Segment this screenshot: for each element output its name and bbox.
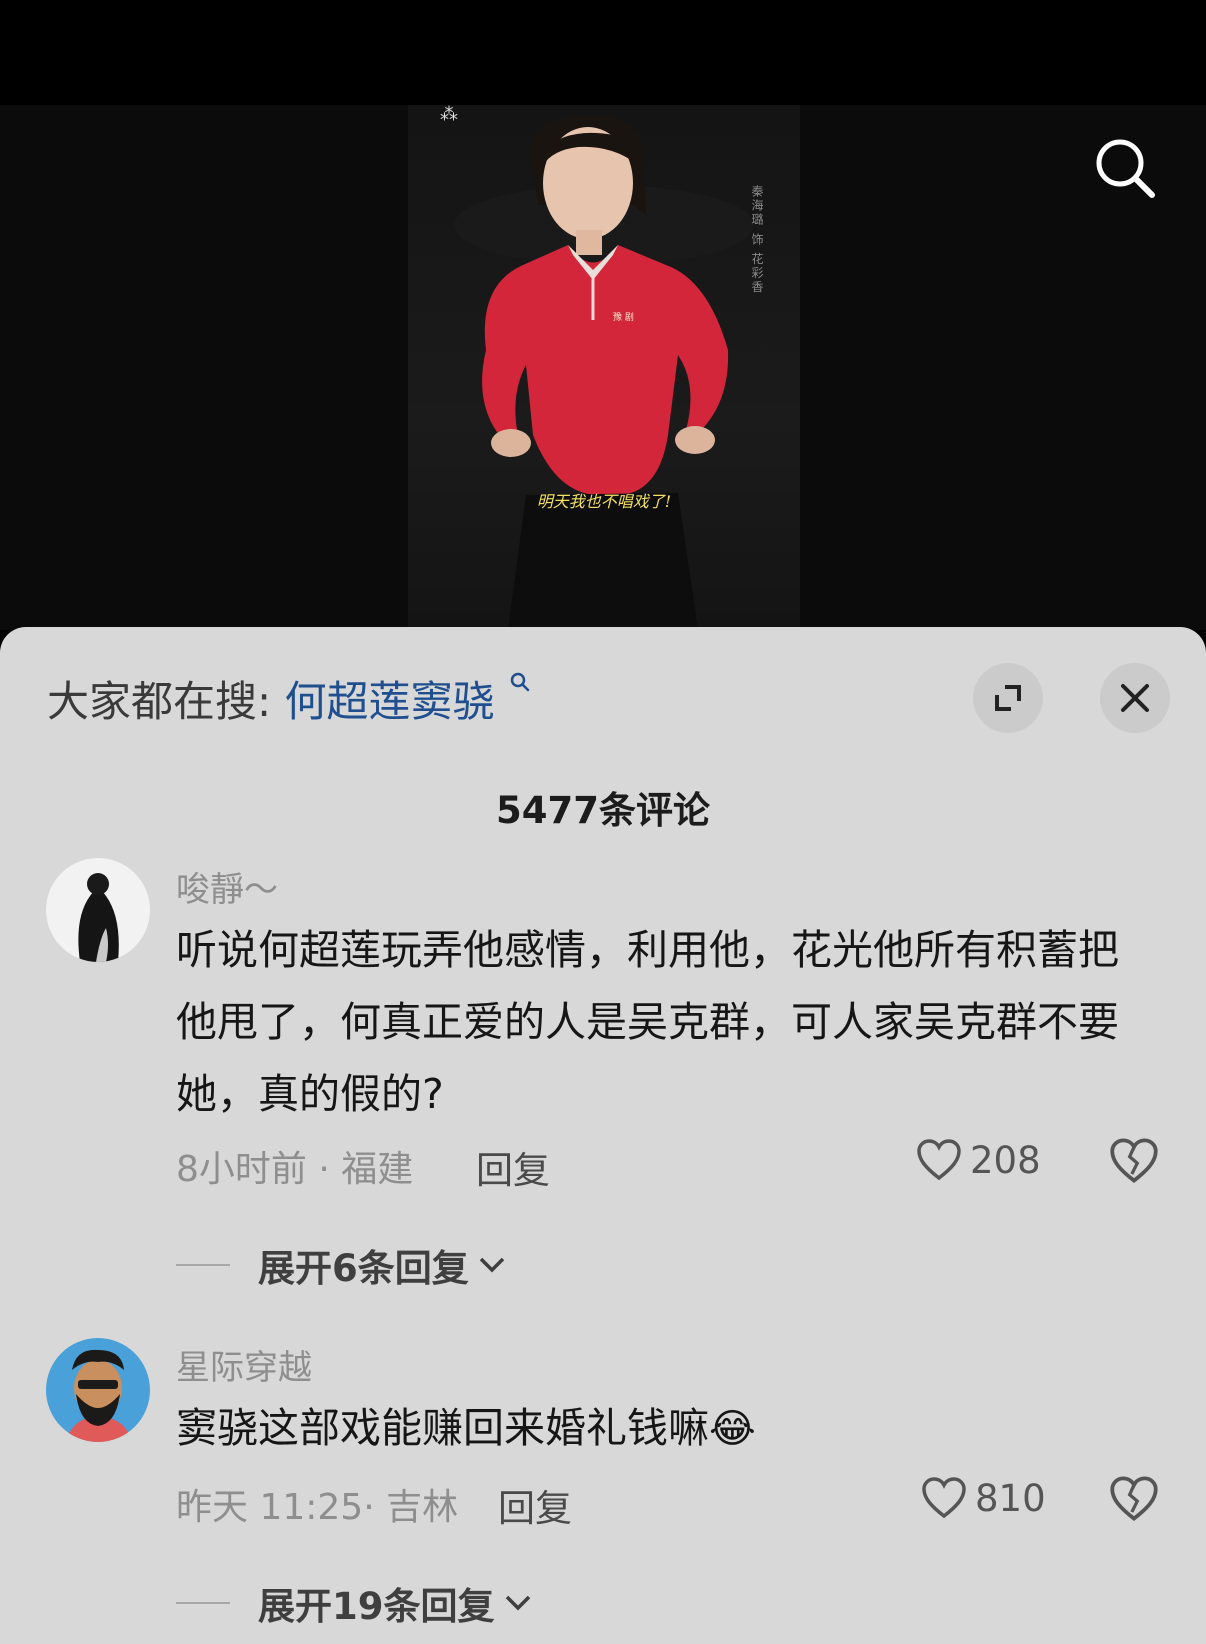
like-button[interactable]: 208 — [916, 1138, 1041, 1182]
broken-heart-icon — [1110, 1476, 1158, 1521]
avatar[interactable] — [46, 1338, 150, 1442]
video-player[interactable]: 豫 剧 秦海璐 饰 花彩香 明天我也不唱戏了! ⁂ — [0, 0, 1206, 630]
close-button[interactable] — [1100, 663, 1170, 733]
comment-text: 听说何超莲玩弄他感情，利用他，花光他所有积蓄把他甩了，何真正爱的人是吴克群，可人… — [176, 926, 1119, 1118]
avatar[interactable] — [46, 858, 150, 962]
avatar-image — [46, 1338, 150, 1442]
video-top-mark-icon: ⁂ — [440, 104, 458, 125]
like-count: 810 — [975, 1476, 1046, 1520]
video-side-caption: 秦海璐 饰 花彩香 — [750, 185, 764, 295]
expand-button[interactable] — [973, 663, 1043, 733]
hot-search-bar[interactable]: 大家都在搜: 何超莲窦骁 — [47, 668, 534, 729]
expand-replies-label: 展开6条回复 — [258, 1247, 469, 1290]
search-button[interactable] — [1090, 133, 1160, 203]
search-small-icon — [510, 672, 530, 692]
comment-text: 窦骁这部戏能赚回来婚礼钱嘛😂 — [176, 1392, 1156, 1465]
reply-button[interactable]: 回复 — [476, 1140, 550, 1194]
expand-replies-button[interactable]: 展开19条回复 — [176, 1576, 535, 1630]
reply-button[interactable]: 回复 — [498, 1478, 572, 1532]
svg-text:豫 剧: 豫 剧 — [613, 311, 634, 323]
broken-heart-icon — [1110, 1138, 1158, 1183]
like-button[interactable]: 810 — [921, 1476, 1046, 1520]
expand-divider — [176, 1264, 230, 1266]
heart-icon — [922, 1477, 966, 1519]
comment-meta: 昨天 11:25· 吉林 — [176, 1487, 459, 1528]
comment-text-content: 窦骁这部戏能赚回来婚礼钱嘛 — [176, 1404, 709, 1452]
chevron-down-icon — [479, 1257, 504, 1273]
comment-username[interactable]: 星际穿越 — [176, 1340, 312, 1389]
comment-count: 5477条评论 — [496, 789, 710, 832]
hot-search-term[interactable]: 何超莲窦骁 — [285, 677, 495, 726]
comment-username[interactable]: 唆靜～ — [176, 862, 278, 911]
avatar-image — [46, 858, 150, 962]
actress-image: 豫 剧 — [454, 114, 754, 630]
search-icon — [1096, 139, 1155, 198]
like-count: 208 — [970, 1138, 1041, 1182]
expand-divider — [176, 1602, 230, 1604]
hot-search-label: 大家都在搜: — [47, 677, 272, 726]
expand-replies-label: 展开19条回复 — [258, 1585, 495, 1628]
video-subtitle: 明天我也不唱戏了! — [536, 492, 672, 511]
video-frame[interactable]: 豫 剧 秦海璐 饰 花彩香 明天我也不唱戏了! — [408, 105, 800, 630]
dislike-button[interactable] — [1109, 1136, 1159, 1186]
dislike-button[interactable] — [1109, 1474, 1159, 1524]
expand-replies-button[interactable]: 展开6条回复 — [176, 1238, 509, 1292]
heart-icon — [917, 1139, 961, 1181]
close-icon — [1121, 684, 1149, 712]
chevron-down-icon — [505, 1595, 530, 1611]
expand-icon — [995, 685, 1021, 711]
laughing-emoji-icon: 😂 — [709, 1406, 756, 1452]
comment-meta: 8小时前 · 福建 — [176, 1149, 414, 1190]
